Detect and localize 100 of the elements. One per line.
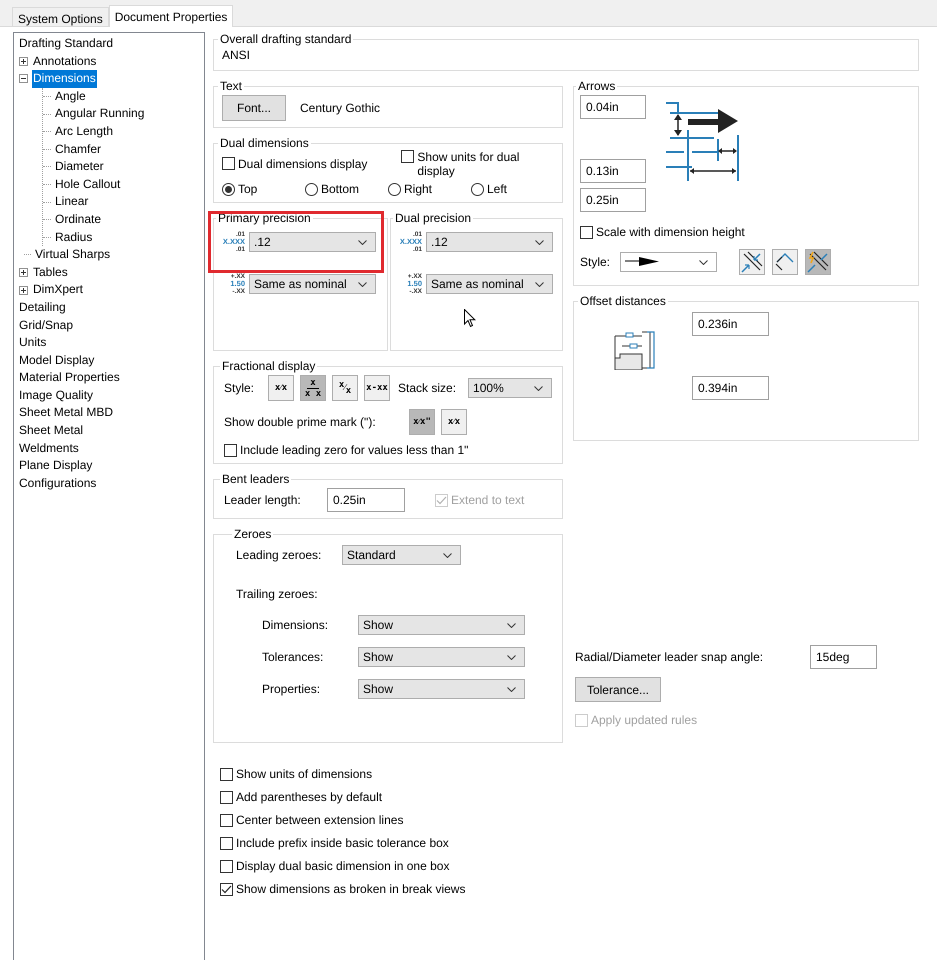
checkbox-label: Dual dimensions display xyxy=(238,157,368,171)
text-field[interactable]: 0.04in xyxy=(580,95,646,119)
chevron-icon xyxy=(535,282,544,286)
tree-item[interactable]: Grid/Snap xyxy=(18,316,74,334)
chevron-icon xyxy=(443,552,452,558)
tree-item[interactable]: Model Display xyxy=(18,352,96,370)
chevron-icon xyxy=(358,240,367,244)
tree-item[interactable]: DimXpert xyxy=(32,281,84,299)
radio-button[interactable] xyxy=(471,182,484,196)
tree-item[interactable]: Angular Running xyxy=(54,105,146,123)
text-field[interactable]: 15deg xyxy=(810,645,877,669)
checkbox-label: Include leading zero for values less than 1" xyxy=(240,443,468,457)
arrow-style-dropdown[interactable] xyxy=(620,252,717,272)
outside-arrows-button[interactable] xyxy=(772,249,798,275)
radio-button[interactable] xyxy=(305,182,318,196)
radio-button[interactable] xyxy=(222,182,235,196)
checkbox-label: Show dimensions as broken in break views xyxy=(236,882,466,896)
snap-angle-label: Radial/Diameter leader snap angle: xyxy=(575,650,764,664)
dropdown[interactable]: Same as nominal xyxy=(249,274,376,294)
group-title: Dual precision xyxy=(394,211,472,225)
tree-item[interactable]: Plane Display xyxy=(18,457,94,475)
dropdown[interactable]: Show xyxy=(358,615,525,635)
fraction-style-button[interactable]: x x x xyxy=(300,375,326,401)
text-field[interactable]: 0.25in xyxy=(580,188,646,212)
tree-item[interactable]: Sheet Metal xyxy=(18,422,84,440)
checkbox[interactable] xyxy=(401,150,414,163)
checkbox[interactable] xyxy=(220,814,233,826)
tree-item[interactable]: Units xyxy=(18,334,48,352)
tree-item[interactable]: Diameter xyxy=(54,158,105,176)
checkbox[interactable] xyxy=(220,768,233,780)
dropdown[interactable]: Standard xyxy=(342,545,461,565)
dropdown[interactable]: Same as nominal xyxy=(426,274,553,294)
tree-item[interactable]: Weldments xyxy=(18,440,80,458)
text-field[interactable]: 0.25in xyxy=(327,488,405,512)
tolerance-button[interactable]: Tolerance... xyxy=(575,677,661,702)
tree-item[interactable]: Image Quality xyxy=(18,386,94,404)
dropdown[interactable]: Show xyxy=(358,647,525,667)
text-field[interactable]: 0.394in xyxy=(692,376,769,400)
tree-item[interactable]: Dimensions xyxy=(32,70,97,88)
dropdown[interactable]: Show xyxy=(358,679,525,699)
checkbox[interactable] xyxy=(220,860,233,872)
tree-item[interactable]: Angle xyxy=(54,88,87,106)
dropdown[interactable]: 100% xyxy=(468,378,552,398)
checkbox-label: Extend to text xyxy=(451,493,524,507)
checkbox[interactable] xyxy=(222,157,235,170)
tree-item[interactable]: Annotations xyxy=(32,52,98,70)
tree-item[interactable]: Linear xyxy=(54,193,90,211)
expand-icon[interactable] xyxy=(19,56,28,66)
collapse-icon[interactable] xyxy=(19,74,28,84)
radio-button[interactable] xyxy=(388,182,401,196)
checkbox-label: Add parentheses by default xyxy=(236,790,382,804)
trailing-zeroes-row-label: Dimensions: xyxy=(262,618,330,632)
checkbox[interactable] xyxy=(580,226,593,238)
tree-item[interactable]: Drafting Standard xyxy=(18,35,114,53)
arrow-icon xyxy=(625,257,659,267)
tree-item[interactable]: Detailing xyxy=(18,298,67,316)
chevron-icon xyxy=(507,654,516,660)
tree-item[interactable]: Chamfer xyxy=(54,140,102,158)
checkbox[interactable] xyxy=(224,444,237,456)
group-title: Text xyxy=(219,79,244,93)
text-field[interactable]: 0.236in xyxy=(692,312,769,336)
tree-item[interactable]: Virtual Sharps xyxy=(34,246,112,264)
prime-mark-button[interactable]: x⁄x" xyxy=(409,409,435,435)
tab[interactable]: Document Properties xyxy=(108,5,234,27)
trailing-zeroes-label: Trailing zeroes: xyxy=(236,587,318,601)
double-prime-label: Show double prime mark ("): xyxy=(224,415,377,429)
leader-length-label: Leader length: xyxy=(224,493,302,507)
checkbox-label: Show units for dual display xyxy=(417,150,520,178)
fraction-style-button[interactable]: x⁄x xyxy=(268,375,294,401)
dropdown[interactable]: .12 xyxy=(249,232,376,252)
expand-icon[interactable] xyxy=(19,268,28,278)
dropdown[interactable]: .12 xyxy=(426,232,553,252)
font-button[interactable]: Font... xyxy=(222,95,286,121)
tree-item[interactable]: Tables xyxy=(32,264,69,282)
chevron-icon xyxy=(699,260,708,264)
checkbox[interactable] xyxy=(220,790,233,804)
expand-icon[interactable] xyxy=(19,286,28,295)
group-title: Dual dimensions xyxy=(219,136,310,150)
tree-item[interactable]: Arc Length xyxy=(54,122,114,141)
tree-item[interactable]: Radius xyxy=(54,228,94,246)
prime-mark-button[interactable]: x⁄x xyxy=(441,409,467,435)
checkbox-label: Scale with dimension height xyxy=(596,225,745,239)
inside-arrows-button[interactable] xyxy=(739,249,765,275)
tree-item[interactable]: Hole Callout xyxy=(54,176,122,194)
tree-item[interactable]: Ordinate xyxy=(54,210,102,229)
cursor-icon xyxy=(464,309,476,328)
tree-item[interactable]: Sheet Metal MBD xyxy=(18,404,114,422)
fraction-style-button[interactable]: x⁄x xyxy=(332,375,358,401)
smart-arrows-button[interactable] xyxy=(805,249,831,275)
chevron-icon xyxy=(534,386,544,390)
group-title: Bent leaders xyxy=(221,472,290,486)
fraction-style-button[interactable]: x-xx xyxy=(364,375,390,401)
tree-item[interactable]: Configurations xyxy=(18,474,98,492)
checkbox[interactable] xyxy=(220,882,233,896)
text-field[interactable]: 0.13in xyxy=(580,159,646,183)
checkbox[interactable] xyxy=(220,836,233,850)
tree-item[interactable]: Material Properties xyxy=(18,369,121,387)
tab[interactable]: System Options xyxy=(12,7,109,26)
radio-label: Left xyxy=(487,182,508,196)
chevron-icon xyxy=(507,622,516,628)
